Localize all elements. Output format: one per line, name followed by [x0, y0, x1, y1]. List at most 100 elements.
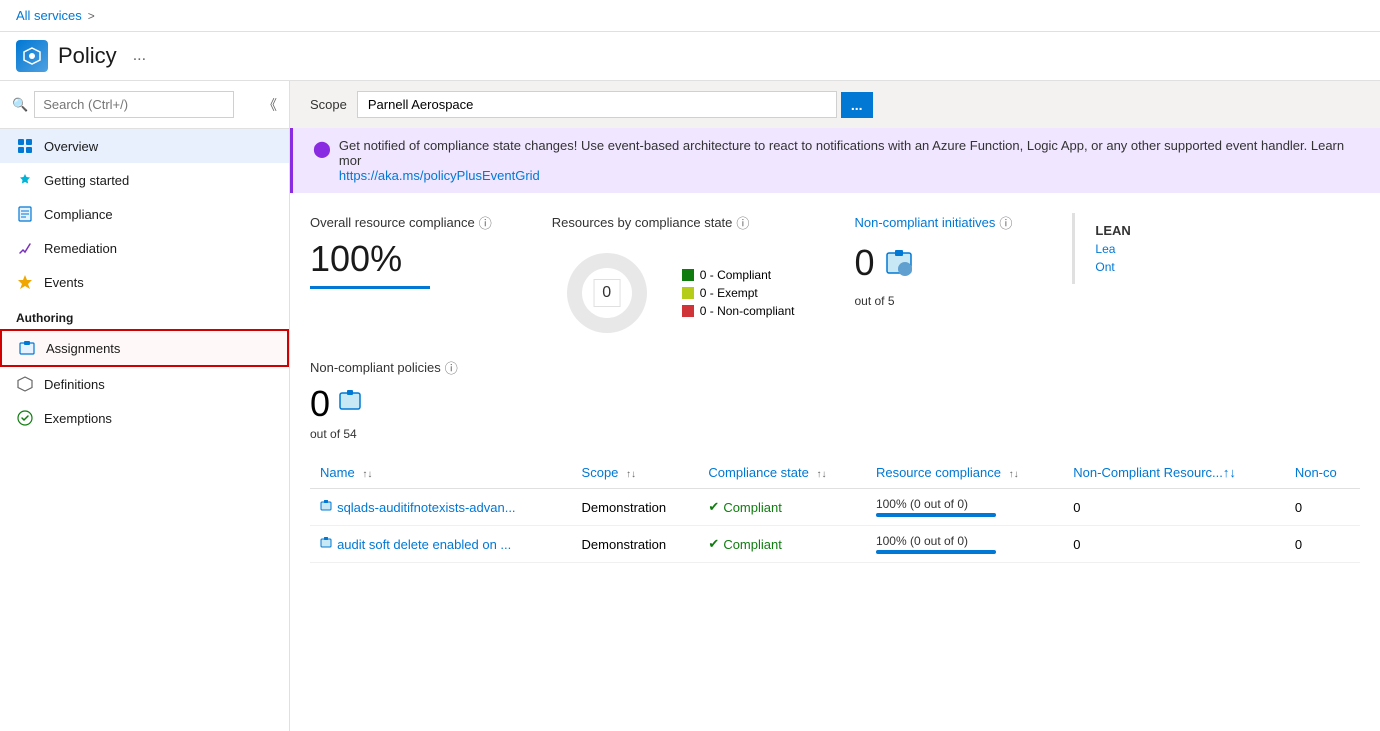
legend-item-compliant: 0 - Compliant: [682, 268, 795, 282]
sidebar-item-label-remediation: Remediation: [44, 241, 117, 256]
policies-out-of: out of 54: [310, 427, 1360, 441]
sidebar-item-compliance[interactable]: Compliance: [0, 197, 289, 231]
assignments-table: Name ↑↓ Scope ↑↓ Compliance state ↑↓ R: [310, 457, 1360, 563]
scope-label: Scope: [310, 97, 347, 112]
row1-name-link[interactable]: sqlads-auditifnotexists-advan...: [337, 500, 515, 515]
sidebar-item-assignments[interactable]: Assignments: [0, 329, 289, 367]
table-row: sqlads-auditifnotexists-advan... Demonst…: [310, 489, 1360, 526]
non-compliant-policies-section: Non-compliant policies ⓘ 0 out of 54: [290, 348, 1380, 457]
initiatives-value-row: 0: [854, 242, 1012, 284]
donut-center-label: 0: [593, 279, 620, 307]
row2-name-link[interactable]: audit soft delete enabled on ...: [337, 537, 511, 552]
compliance-state-sort-icon[interactable]: ↑↓: [816, 469, 826, 480]
legend-label-non-compliant: 0 - Non-compliant: [700, 304, 795, 318]
row2-icon: [320, 540, 335, 552]
row1-scope-cell: Demonstration: [572, 489, 699, 526]
legend-label-exempt: 0 - Exempt: [700, 286, 758, 300]
all-services-link[interactable]: All services: [16, 8, 82, 23]
non-compliant-policies-title: Non-compliant policies ⓘ: [310, 358, 1360, 377]
row2-scope-cell: Demonstration: [572, 526, 699, 563]
chart-area: 0 0 - Compliant 0 - Exempt: [552, 238, 795, 348]
notification-banner: ⬤ Get notified of compliance state chang…: [290, 128, 1380, 193]
row2-resource-bar-wrap: 100% (0 out of 0): [876, 534, 1053, 554]
breadcrumb-sep: >: [88, 9, 95, 23]
sidebar-item-label-events: Events: [44, 275, 84, 290]
row2-bar-fill: [876, 550, 996, 554]
row2-bar-bg: [876, 550, 996, 554]
resources-by-state-block: Resources by compliance state ⓘ 0: [552, 213, 795, 348]
legend-color-exempt: [682, 287, 694, 299]
authoring-section-label: Authoring: [0, 299, 289, 329]
col-name[interactable]: Name ↑↓: [310, 457, 572, 489]
col-non-compliant-resources[interactable]: Non-Compliant Resourc...↑↓: [1063, 457, 1285, 489]
learn-link-2[interactable]: Ont: [1095, 260, 1172, 274]
collapse-button[interactable]: 《: [263, 95, 277, 115]
donut-chart: 0: [552, 238, 662, 348]
initiatives-value: 0: [854, 242, 874, 284]
row2-non-co-cell: 0: [1285, 526, 1360, 563]
policies-value-row: 0: [310, 383, 1360, 425]
initiatives-out-of: out of 5: [854, 294, 1012, 308]
learn-link-1[interactable]: Lea: [1095, 242, 1172, 256]
row2-name-cell: audit soft delete enabled on ...: [310, 526, 572, 563]
notification-icon: ⬤: [313, 139, 331, 159]
scope-input-wrapper: ...: [357, 91, 873, 118]
legend-color-compliant: [682, 269, 694, 281]
overall-compliance-info-icon[interactable]: ⓘ: [479, 213, 492, 232]
policies-num: 0: [310, 383, 330, 425]
compliance-icon: [16, 205, 34, 223]
sidebar-item-events[interactable]: Events: [0, 265, 289, 299]
initiatives-info-icon[interactable]: ⓘ: [999, 213, 1012, 232]
search-icon: 🔍: [12, 97, 28, 113]
app-icon: [16, 40, 48, 72]
definitions-icon: [16, 375, 34, 393]
overall-compliance-block: Overall resource compliance ⓘ 100%: [310, 213, 492, 289]
row2-check-icon: ✔: [708, 536, 719, 552]
row1-compliance-state-cell: ✔ Compliant: [698, 489, 866, 526]
legend-item-non-compliant: 0 - Non-compliant: [682, 304, 795, 318]
content-area: Scope ... ⬤ Get notified of compliance s…: [290, 81, 1380, 731]
non-compliant-initiatives-title[interactable]: Non-compliant initiatives ⓘ: [854, 213, 1012, 232]
resources-state-info-icon[interactable]: ⓘ: [736, 213, 749, 232]
metrics-row: Overall resource compliance ⓘ 100% Resou…: [290, 193, 1380, 348]
row1-non-co-cell: 0: [1285, 489, 1360, 526]
overview-icon: [16, 137, 34, 155]
exemptions-icon: [16, 409, 34, 427]
sidebar-item-exemptions[interactable]: Exemptions: [0, 401, 289, 435]
main-layout: 🔍 《 Overview Getting started Compliance: [0, 81, 1380, 731]
sidebar-item-getting-started[interactable]: Getting started: [0, 163, 289, 197]
scope-input[interactable]: [357, 91, 837, 118]
search-input[interactable]: [34, 91, 234, 118]
sidebar-item-label-exemptions: Exemptions: [44, 411, 112, 426]
resources-by-state-title: Resources by compliance state ⓘ: [552, 213, 795, 232]
row1-resource-bar-wrap: 100% (0 out of 0): [876, 497, 1053, 517]
col-non-co[interactable]: Non-co: [1285, 457, 1360, 489]
sidebar-item-label-assignments: Assignments: [46, 341, 120, 356]
scope-sort-icon[interactable]: ↑↓: [626, 469, 636, 480]
sidebar-item-overview[interactable]: Overview: [0, 129, 289, 163]
sidebar-search-area: 🔍 《: [0, 81, 289, 129]
app-more-button[interactable]: ...: [127, 45, 152, 67]
app-title: Policy: [58, 43, 117, 69]
notification-content: Get notified of compliance state changes…: [339, 138, 1360, 183]
row1-compliance-badge: ✔ Compliant: [708, 499, 856, 515]
row1-check-icon: ✔: [708, 499, 719, 515]
chart-legend: 0 - Compliant 0 - Exempt 0 - Non-complia…: [682, 268, 795, 318]
name-sort-icon[interactable]: ↑↓: [362, 469, 372, 480]
row2-compliance-state-cell: ✔ Compliant: [698, 526, 866, 563]
resource-compliance-sort-icon[interactable]: ↑↓: [1009, 469, 1019, 480]
col-scope[interactable]: Scope ↑↓: [572, 457, 699, 489]
scope-button[interactable]: ...: [841, 92, 873, 118]
col-resource-compliance[interactable]: Resource compliance ↑↓: [866, 457, 1063, 489]
policies-info-icon[interactable]: ⓘ: [445, 358, 458, 377]
sidebar-item-label-definitions: Definitions: [44, 377, 105, 392]
events-icon: [16, 273, 34, 291]
sidebar-item-definitions[interactable]: Definitions: [0, 367, 289, 401]
col-compliance-state[interactable]: Compliance state ↑↓: [698, 457, 866, 489]
app-header: Policy ...: [0, 32, 1380, 81]
overall-compliance-title: Overall resource compliance ⓘ: [310, 213, 492, 232]
notification-link[interactable]: https://aka.ms/policyPlusEventGrid: [339, 168, 540, 183]
notification-text: Get notified of compliance state changes…: [339, 138, 1344, 168]
table-row: audit soft delete enabled on ... Demonst…: [310, 526, 1360, 563]
sidebar-item-remediation[interactable]: Remediation: [0, 231, 289, 265]
